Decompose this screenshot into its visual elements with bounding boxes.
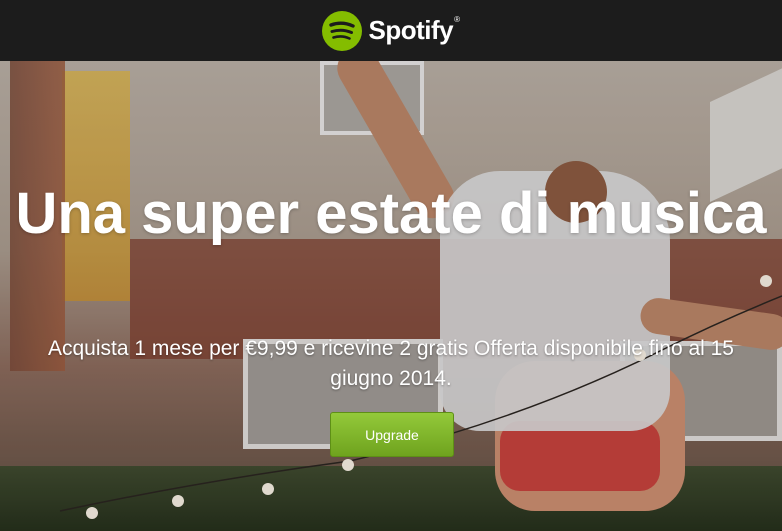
hero-subline: Acquista 1 mese per €9,99 e ricevine 2 g…: [47, 337, 734, 390]
spotify-logo[interactable]: Spotify®: [322, 10, 460, 51]
trademark-symbol: ®: [454, 15, 460, 24]
hero-banner: [0, 61, 782, 531]
logo-name: Spotify: [368, 15, 454, 45]
hero-headline: Una super estate di musica: [15, 181, 767, 246]
upgrade-button[interactable]: Upgrade: [330, 412, 454, 457]
header-bar: Spotify®: [0, 0, 782, 61]
logo-wordmark: Spotify®: [368, 15, 460, 46]
spotify-logo-icon: [322, 10, 363, 51]
hero-overlay: [0, 61, 782, 531]
